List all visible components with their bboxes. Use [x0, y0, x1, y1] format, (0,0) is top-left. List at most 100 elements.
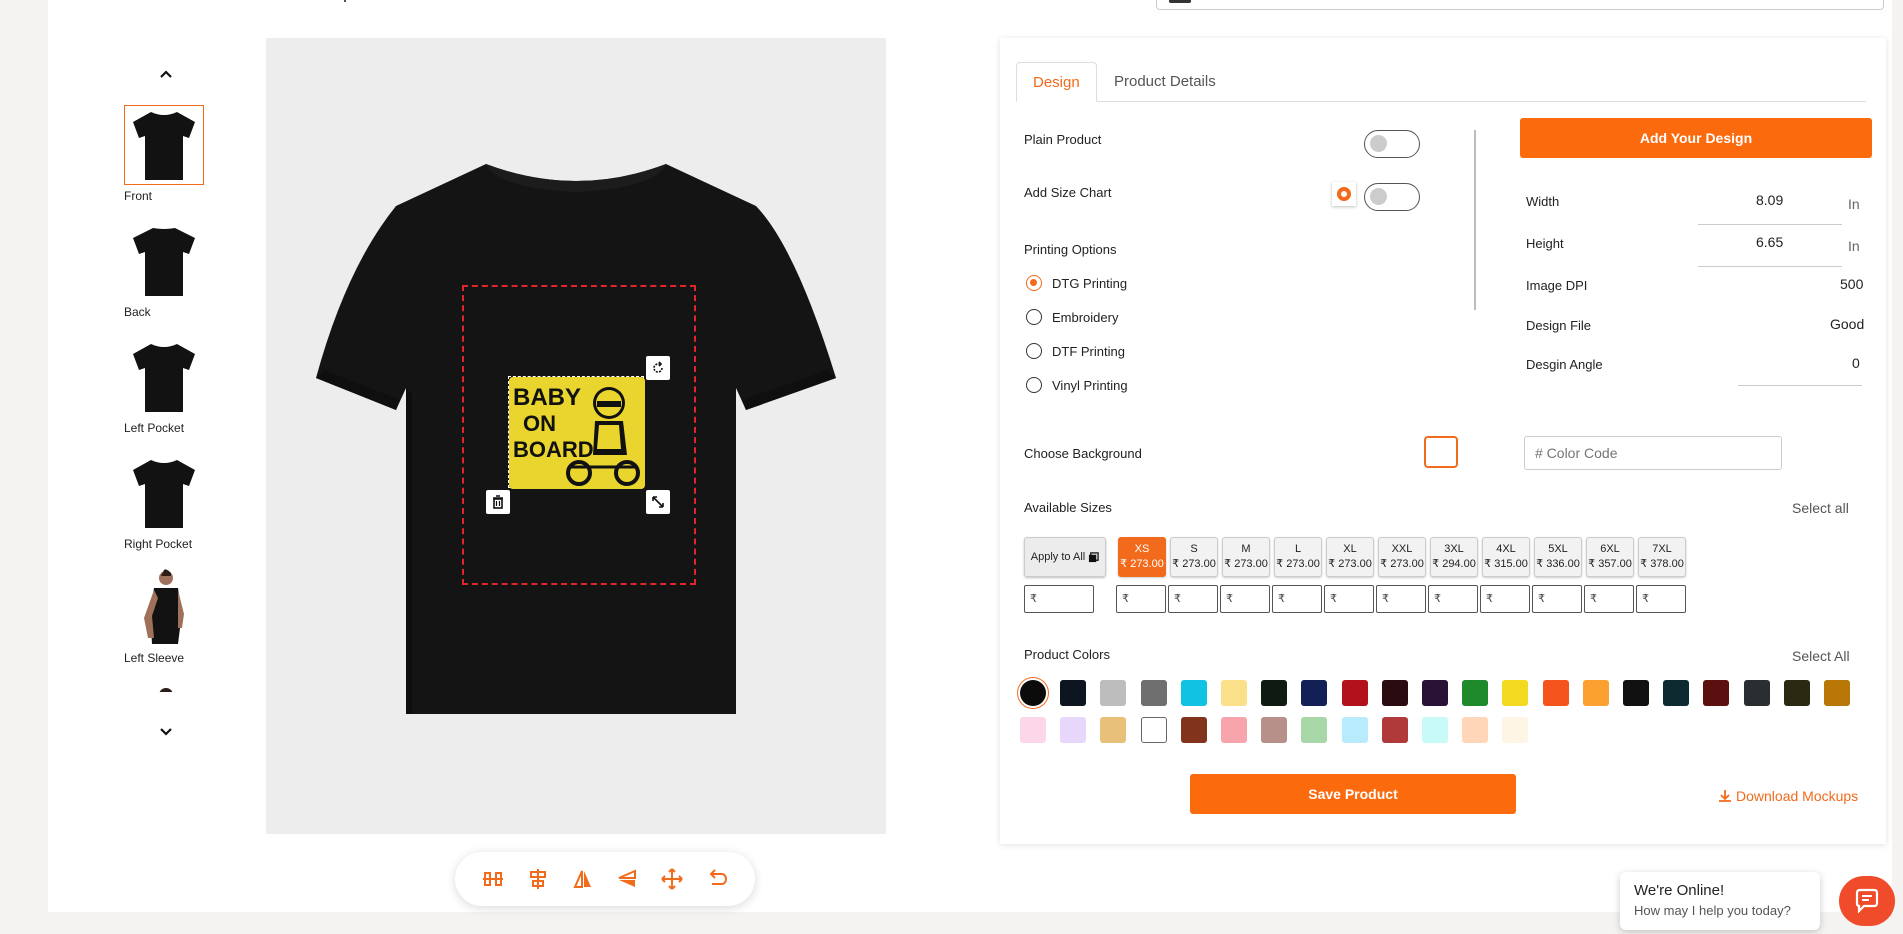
size-option[interactable]: M ₹ 273.00 — [1222, 537, 1270, 577]
width-input[interactable]: 8.09 — [1756, 192, 1783, 208]
color-swatch[interactable] — [1341, 717, 1368, 743]
radio-vinyl[interactable]: Vinyl Printing — [1026, 377, 1128, 393]
size-option[interactable]: 6XL ₹ 357.00 — [1586, 537, 1634, 577]
color-swatch[interactable] — [1341, 680, 1368, 706]
price-input[interactable]: ₹ — [1220, 585, 1270, 613]
color-swatch[interactable] — [1261, 717, 1288, 743]
price-input[interactable]: ₹ — [1480, 585, 1530, 613]
price-input[interactable]: ₹ — [1428, 585, 1478, 613]
radio-dtf[interactable]: DTF Printing — [1026, 343, 1125, 359]
align-vertical-center-icon[interactable] — [479, 865, 507, 893]
background-color-picker[interactable] — [1424, 436, 1458, 468]
color-swatch[interactable] — [1140, 717, 1167, 743]
radio-dtg[interactable]: DTG Printing — [1026, 275, 1127, 291]
price-input[interactable]: ₹ — [1376, 585, 1426, 613]
radio-button[interactable] — [1026, 309, 1042, 325]
color-swatch[interactable] — [1100, 717, 1127, 743]
size-option[interactable]: XL ₹ 273.00 — [1326, 537, 1374, 577]
color-swatch[interactable] — [1542, 680, 1569, 706]
color-swatch[interactable] — [1060, 680, 1087, 706]
color-code-input[interactable] — [1524, 436, 1782, 470]
color-swatch[interactable] — [1703, 680, 1730, 706]
price-input[interactable]: ₹ — [1324, 585, 1374, 613]
color-swatch[interactable] — [1462, 717, 1489, 743]
price-input-all[interactable]: ₹ — [1024, 585, 1094, 613]
add-design-button[interactable]: Add Your Design — [1520, 118, 1872, 158]
color-swatch[interactable] — [1261, 680, 1288, 706]
rotate-icon[interactable] — [646, 356, 670, 380]
resize-icon[interactable] — [646, 490, 670, 514]
color-swatch[interactable] — [1060, 717, 1087, 743]
thumb-left-sleeve[interactable]: Left Sleeve — [124, 567, 204, 665]
color-swatch[interactable] — [1140, 680, 1167, 706]
color-swatch[interactable] — [1623, 680, 1649, 706]
chevron-down-icon[interactable] — [156, 722, 176, 742]
radio-embroidery[interactable]: Embroidery — [1026, 309, 1118, 325]
eye-icon[interactable] — [1332, 182, 1356, 206]
color-swatch[interactable] — [1743, 680, 1770, 706]
radio-button[interactable] — [1026, 343, 1042, 359]
save-product-button[interactable]: Save Product — [1190, 774, 1516, 814]
select-all-sizes-link[interactable]: Select all — [1792, 500, 1849, 516]
size-option[interactable]: XS ₹ 273.00 — [1118, 537, 1166, 577]
chat-popup[interactable]: We're Online! How may I help you today? — [1620, 872, 1820, 930]
color-swatch[interactable] — [1180, 717, 1207, 743]
color-swatch[interactable] — [1422, 717, 1448, 743]
color-swatch[interactable] — [1462, 680, 1489, 706]
radio-selected[interactable] — [1026, 275, 1042, 291]
apply-to-all-button[interactable]: Apply to All — [1024, 537, 1106, 577]
thumb-front[interactable]: Front — [124, 105, 204, 203]
download-mockups-link[interactable]: Download Mockups — [1718, 788, 1858, 804]
size-option[interactable]: L ₹ 273.00 — [1274, 537, 1322, 577]
color-swatch[interactable] — [1783, 680, 1810, 706]
color-swatch[interactable] — [1180, 680, 1207, 706]
color-swatch[interactable] — [1502, 717, 1529, 743]
price-input[interactable]: ₹ — [1168, 585, 1218, 613]
color-swatch[interactable] — [1020, 717, 1046, 743]
color-swatch[interactable] — [1824, 680, 1850, 706]
tab-design[interactable]: Design — [1016, 62, 1097, 102]
color-swatch[interactable] — [1221, 717, 1247, 743]
color-swatch[interactable] — [1663, 680, 1690, 706]
design-canvas[interactable]: BABY ON BOARD — [266, 38, 886, 834]
tab-product-details[interactable]: Product Details — [1098, 62, 1232, 102]
thumb-left-pocket[interactable]: Left Pocket — [124, 337, 204, 435]
color-swatch[interactable] — [1221, 680, 1247, 706]
size-chart-toggle[interactable] — [1364, 183, 1420, 211]
color-swatch[interactable] — [1422, 680, 1448, 706]
flip-horizontal-icon[interactable] — [569, 865, 597, 893]
select-all-colors-link[interactable]: Select All — [1792, 648, 1850, 664]
top-search-input[interactable] — [1156, 0, 1884, 10]
design-angle-input[interactable]: 0 — [1852, 355, 1860, 371]
thumb-right-pocket[interactable]: Right Pocket — [124, 453, 204, 551]
chevron-up-icon[interactable] — [156, 64, 176, 84]
price-input[interactable]: ₹ — [1116, 585, 1166, 613]
align-horizontal-center-icon[interactable] — [524, 865, 552, 893]
color-swatch[interactable] — [1100, 680, 1127, 706]
size-option[interactable]: 3XL ₹ 294.00 — [1430, 537, 1478, 577]
flip-vertical-icon[interactable] — [613, 865, 641, 893]
size-option[interactable]: 5XL ₹ 336.00 — [1534, 537, 1582, 577]
price-input[interactable]: ₹ — [1584, 585, 1634, 613]
price-input[interactable]: ₹ — [1272, 585, 1322, 613]
undo-icon[interactable] — [703, 865, 731, 893]
move-center-icon[interactable] — [658, 865, 686, 893]
plain-product-toggle[interactable] — [1364, 130, 1420, 158]
scrollbar[interactable] — [1474, 130, 1476, 310]
color-swatch[interactable] — [1582, 680, 1609, 706]
size-option[interactable]: S ₹ 273.00 — [1170, 537, 1218, 577]
thumb-back[interactable]: Back — [124, 221, 204, 319]
color-swatch[interactable] — [1381, 680, 1408, 706]
price-input[interactable]: ₹ — [1636, 585, 1686, 613]
color-swatch[interactable] — [1301, 680, 1328, 706]
design-artwork[interactable]: BABY ON BOARD — [508, 376, 645, 489]
color-swatch[interactable] — [1301, 717, 1328, 743]
color-swatch[interactable] — [1381, 717, 1408, 743]
size-option[interactable]: 4XL ₹ 315.00 — [1482, 537, 1530, 577]
size-option[interactable]: 7XL ₹ 378.00 — [1638, 537, 1686, 577]
color-swatch[interactable] — [1502, 680, 1529, 706]
price-input[interactable]: ₹ — [1532, 585, 1582, 613]
color-swatch[interactable] — [1020, 680, 1046, 706]
chat-icon[interactable] — [1839, 876, 1895, 926]
size-option[interactable]: XXL ₹ 273.00 — [1378, 537, 1426, 577]
